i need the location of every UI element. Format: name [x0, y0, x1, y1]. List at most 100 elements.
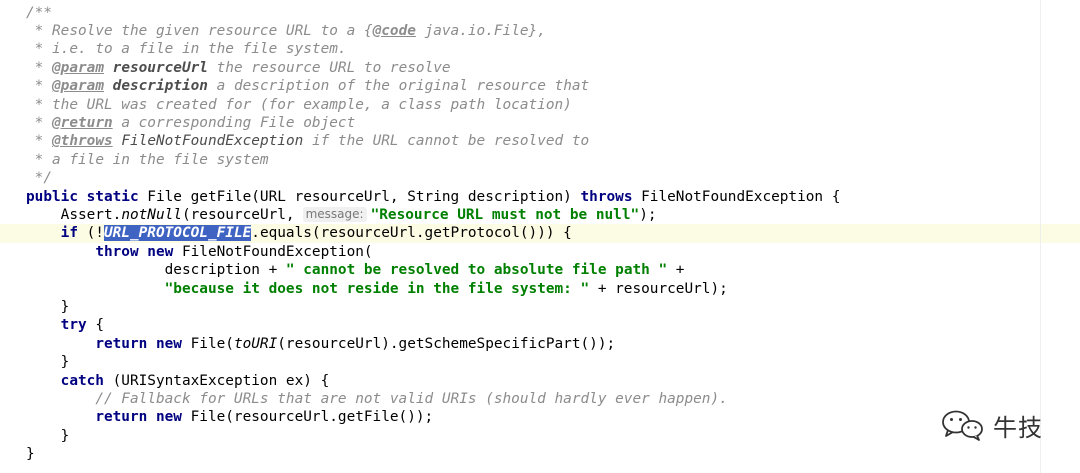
comment-token: *: [34, 133, 52, 150]
code-line[interactable]: return new File(toURI(resourceUrl).getSc…: [0, 335, 1080, 353]
code-line[interactable]: description + " cannot be resolved to ab…: [0, 261, 1080, 279]
code-token: description +: [164, 262, 286, 279]
code-line-text: // Fallback for URLs that are not valid …: [26, 390, 728, 408]
code-line-text: catch (URISyntaxException ex) {: [26, 372, 330, 390]
comment-token: /**: [26, 4, 52, 21]
watermark: 牛技: [939, 408, 1043, 442]
code-line[interactable]: }: [0, 298, 1080, 316]
code-line[interactable]: }: [0, 427, 1080, 445]
code-token: (resourceUrl,: [181, 206, 295, 223]
code-line[interactable]: * the URL was created for (for example, …: [0, 96, 1080, 114]
code-line[interactable]: */: [0, 169, 1080, 187]
comment-token: java.io.File},: [415, 22, 546, 39]
code-line-text: * a file in the file system: [26, 151, 269, 169]
keyword-token: if: [60, 225, 78, 242]
code-line-text: /**: [26, 4, 52, 22]
code-line-text: if (!URL_PROTOCOL_FILE.equals(resourceUr…: [26, 224, 572, 242]
code-line[interactable]: * @return a corresponding File object: [0, 114, 1080, 132]
code-token: }: [60, 427, 70, 444]
code-line-text: * @return a corresponding File object: [26, 114, 356, 132]
keyword-token: catch: [60, 372, 104, 389]
code-token: );: [639, 206, 657, 223]
code-line[interactable]: }: [0, 353, 1080, 371]
code-line-text: }: [26, 427, 70, 445]
code-line-text: try {: [26, 316, 104, 334]
code-line-text: */: [26, 169, 52, 187]
code-line[interactable]: /**: [0, 4, 1080, 22]
code-line-text: * @throws FileNotFoundException if the U…: [26, 132, 590, 150]
code-line-text: }: [26, 353, 70, 371]
code-token: (resourceUrl).getSchemeSpecificPart());: [277, 335, 616, 352]
code-line[interactable]: Assert.notNull(resourceUrl, message: "Reso…: [0, 206, 1080, 224]
comment-token: @param: [52, 59, 104, 76]
code-editor[interactable]: /** * Resolve the given resource URL to …: [0, 0, 1080, 473]
keyword-token: try: [60, 317, 87, 334]
code-line[interactable]: * @throws FileNotFoundException if the U…: [0, 132, 1080, 150]
code-line[interactable]: // Fallback for URLs that are not valid …: [0, 390, 1080, 408]
code-line-text: public static File getFile(URL resourceU…: [26, 188, 840, 206]
string-literal: " cannot be resolved to absolute file pa…: [285, 262, 668, 279]
code-line[interactable]: try {: [0, 316, 1080, 334]
code-line-text: * @param description a description of th…: [26, 77, 590, 95]
code-line[interactable]: throw new FileNotFoundException(: [0, 243, 1080, 261]
code-line[interactable]: * i.e. to a file in the file system.: [0, 40, 1080, 58]
code-line[interactable]: return new File(resourceUrl.getFile());: [0, 408, 1080, 426]
code-line-current[interactable]: if (!URL_PROTOCOL_FILE.equals(resourceUr…: [0, 224, 1080, 243]
comment-token: a corresponding File object: [112, 114, 356, 131]
code-line[interactable]: public static File getFile(URL resourceU…: [0, 188, 1080, 206]
code-line-text: * @param resourceUrl the resource URL to…: [26, 59, 451, 77]
code-line[interactable]: "because it does not reside in the file …: [0, 280, 1080, 298]
watermark-text: 牛技: [993, 413, 1043, 442]
comment-token: * Resolve the given resource URL to a {: [34, 22, 373, 39]
keyword-token: throws: [580, 188, 633, 205]
comment-token: *: [34, 78, 52, 95]
comment-token: @throws: [52, 133, 113, 150]
code-token: }: [60, 354, 70, 371]
comment-token: the resource URL to resolve: [207, 59, 451, 76]
comment-token: @param: [52, 78, 104, 95]
parameter-hint: message:: [302, 206, 367, 222]
comment-token: // Fallback for URLs that are not valid …: [95, 390, 728, 407]
code-line-text: * the URL was created for (for example, …: [26, 96, 572, 114]
comment-token: a description of the original resource t…: [207, 78, 590, 95]
code-line[interactable]: * a file in the file system: [0, 151, 1080, 169]
code-line[interactable]: * Resolve the given resource URL to a {@…: [0, 22, 1080, 40]
code-line-text: return new File(resourceUrl.getFile());: [26, 408, 433, 426]
comment-token: * the URL was created for (for example, …: [34, 96, 572, 113]
code-token: Assert.: [60, 206, 122, 223]
code-token: File(: [181, 335, 234, 352]
code-line-text: }: [26, 445, 35, 463]
code-token: }: [60, 298, 70, 315]
code-line-text: * i.e. to a file in the file system.: [26, 40, 347, 58]
keyword-token: throw new: [95, 243, 174, 260]
code-line[interactable]: }: [0, 445, 1080, 463]
code-line[interactable]: * @param resourceUrl the resource URL to…: [0, 59, 1080, 77]
selected-constant: URL_PROTOCOL_FILE: [103, 225, 252, 242]
code-token: FileNotFoundException {: [632, 188, 841, 205]
comment-token: * a file in the file system: [34, 151, 269, 168]
comment-token: */: [34, 170, 52, 187]
code-token: +: [667, 262, 685, 279]
wechat-icon: [942, 410, 983, 441]
comment-token: *: [34, 59, 52, 76]
code-token: File getFile(URL resourceUrl, String des…: [138, 188, 581, 205]
code-line[interactable]: catch (URISyntaxException ex) {: [0, 372, 1080, 390]
code-line[interactable]: * @param description a description of th…: [0, 77, 1080, 95]
code-line-text: * Resolve the given resource URL to a {@…: [26, 22, 546, 40]
comment-token: description: [112, 78, 208, 95]
